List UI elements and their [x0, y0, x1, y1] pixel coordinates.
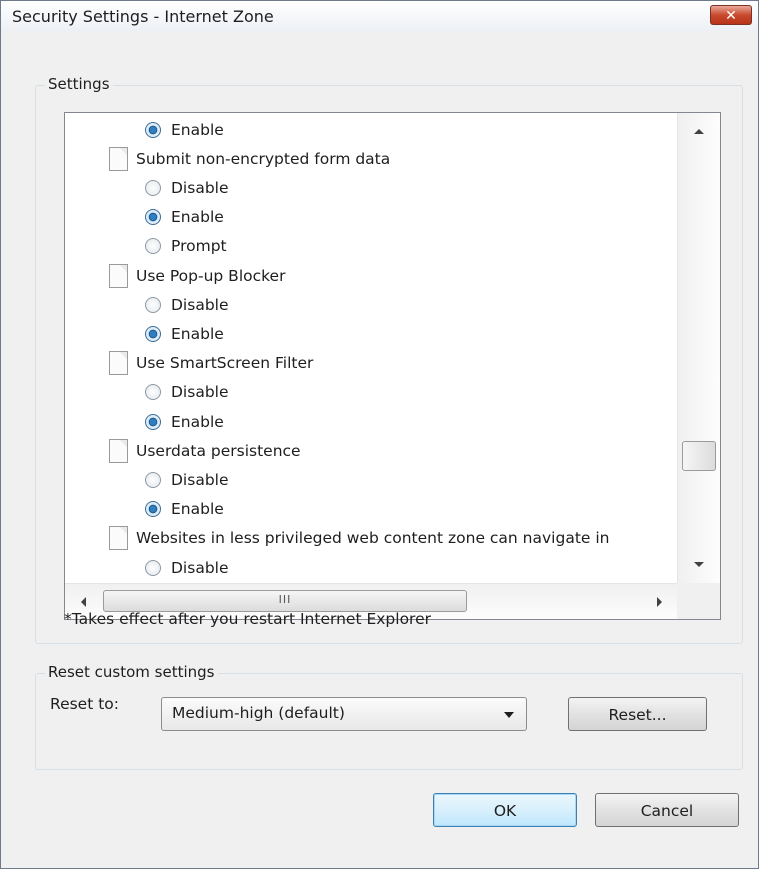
settings-list: Enable Submit non-encrypted form data Disa…	[65, 113, 678, 583]
security-settings-dialog: Security Settings - Internet Zone ✕ Sett…	[0, 0, 759, 869]
settings-tree[interactable]: Enable Submit non-encrypted form data Disa…	[64, 112, 721, 620]
scroll-down-arrow-icon[interactable]	[694, 562, 704, 567]
radio-selected[interactable]	[145, 501, 161, 518]
settings-option[interactable]: Enable	[145, 203, 224, 232]
option-label: Enable	[171, 208, 224, 227]
scroll-left-arrow-icon[interactable]	[81, 597, 86, 607]
vertical-scrollbar[interactable]	[677, 113, 720, 583]
close-button[interactable]: ✕	[710, 5, 752, 25]
document-icon	[109, 146, 128, 171]
option-label: Disable	[171, 558, 229, 577]
radio-selected[interactable]	[145, 325, 161, 342]
settings-category: Userdata persistence	[109, 436, 301, 465]
option-label: Enable	[171, 500, 224, 519]
reset-legend: Reset custom settings	[45, 663, 218, 681]
settings-option[interactable]: Enable	[145, 319, 224, 348]
radio-unselected[interactable]	[145, 384, 161, 401]
settings-option[interactable]: Enable	[145, 115, 224, 144]
radio-unselected[interactable]	[145, 179, 161, 196]
document-icon	[109, 526, 128, 551]
settings-category: Use SmartScreen Filter	[109, 349, 313, 378]
close-icon: ✕	[725, 8, 737, 24]
document-icon	[109, 263, 128, 288]
settings-option[interactable]: Disable	[145, 290, 229, 319]
reset-level-value: Medium-high (default)	[172, 704, 345, 722]
chevron-down-icon	[504, 712, 514, 718]
vertical-scroll-thumb[interactable]	[682, 441, 716, 471]
scrollbar-corner	[677, 583, 720, 619]
radio-unselected[interactable]	[145, 471, 161, 488]
scroll-right-arrow-icon[interactable]	[657, 597, 662, 607]
option-label: Disable	[171, 383, 229, 402]
option-label: Disable	[171, 295, 229, 314]
dialog-body: Settings Enable Submit non-encrypted form…	[1, 31, 758, 868]
radio-unselected[interactable]	[145, 296, 161, 313]
reset-level-dropdown[interactable]: Medium-high (default)	[161, 697, 527, 731]
scroll-up-arrow-icon[interactable]	[694, 129, 704, 134]
reset-to-label: Reset to:	[50, 695, 120, 713]
title-bar[interactable]: Security Settings - Internet Zone ✕	[1, 1, 758, 31]
category-label: Websites in less privileged web content …	[136, 529, 610, 548]
radio-selected[interactable]	[145, 413, 161, 430]
radio-selected[interactable]	[145, 121, 161, 138]
settings-category: Submit non-encrypted form data	[109, 144, 390, 173]
category-label: Use SmartScreen Filter	[136, 354, 314, 373]
category-label: Submit non-encrypted form data	[136, 149, 391, 168]
settings-category: Websites in less privileged web content …	[109, 524, 609, 553]
radio-unselected[interactable]	[145, 238, 161, 255]
settings-legend: Settings	[45, 75, 113, 93]
option-label: Prompt	[171, 237, 227, 256]
horizontal-scroll-thumb[interactable]: III	[103, 590, 467, 612]
radio-unselected[interactable]	[145, 559, 161, 576]
settings-option[interactable]: Disable	[145, 378, 229, 407]
reset-button[interactable]: Reset...	[568, 697, 707, 731]
settings-option[interactable]: Enable	[145, 407, 224, 436]
ok-button[interactable]: OK	[433, 793, 577, 827]
category-label: Userdata persistence	[136, 441, 301, 460]
restart-note: *Takes effect after you restart Internet…	[64, 610, 431, 628]
scroll-grip-icon: III	[278, 593, 292, 606]
settings-category: Use Pop-up Blocker	[109, 261, 285, 290]
document-icon	[109, 351, 128, 376]
option-label: Enable	[171, 412, 224, 431]
document-icon	[109, 438, 128, 463]
option-label: Enable	[171, 324, 224, 343]
radio-selected[interactable]	[145, 209, 161, 226]
category-label: Use Pop-up Blocker	[136, 266, 286, 285]
settings-option[interactable]: Disable	[145, 553, 229, 582]
option-label: Enable	[171, 120, 224, 139]
option-label: Disable	[171, 470, 229, 489]
settings-option[interactable]: Disable	[145, 173, 229, 202]
settings-option[interactable]: Disable	[145, 465, 229, 494]
option-label: Disable	[171, 178, 229, 197]
cancel-button[interactable]: Cancel	[595, 793, 739, 827]
settings-option[interactable]: Enable	[145, 495, 224, 524]
settings-option[interactable]: Prompt	[145, 232, 227, 261]
window-title: Security Settings - Internet Zone	[12, 7, 274, 26]
